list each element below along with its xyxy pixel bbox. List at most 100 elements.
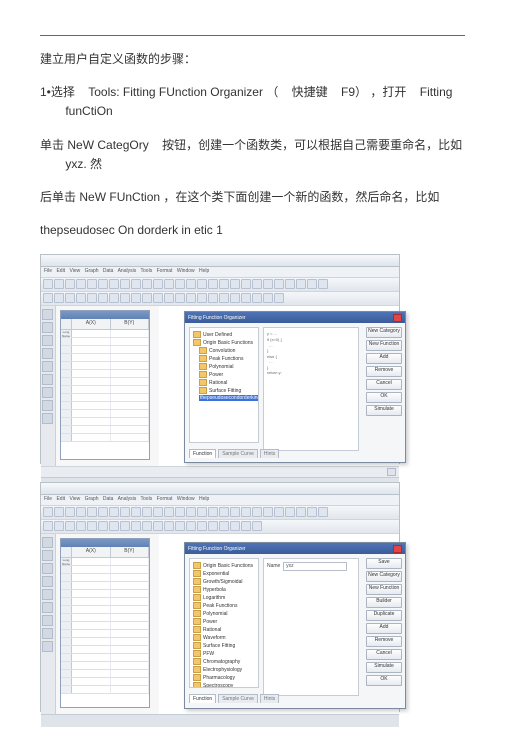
ffo-dialog-2[interactable]: Fitting Function Organizer Origin Basic …	[184, 542, 406, 709]
toolbar-button[interactable]	[208, 293, 218, 303]
tool-icon[interactable]	[42, 348, 53, 359]
tree-item[interactable]: Logarithm	[203, 595, 225, 601]
tree-item[interactable]: Power	[209, 372, 223, 378]
toolbar-button[interactable]	[241, 507, 251, 517]
toolbar-button[interactable]	[142, 293, 152, 303]
toolbar-button[interactable]	[318, 507, 328, 517]
toolbar-button[interactable]	[197, 293, 207, 303]
menu-item[interactable]: Tools	[141, 268, 153, 274]
toolbar-button[interactable]	[186, 507, 196, 517]
toolbar-button[interactable]	[252, 279, 262, 289]
tree-item[interactable]: Origin Basic Functions	[203, 563, 253, 569]
toolbar-button[interactable]	[120, 279, 130, 289]
toolbar-button[interactable]	[43, 279, 53, 289]
toolbar-button[interactable]	[285, 279, 295, 289]
tree-item[interactable]: Electrophysiology	[203, 667, 242, 673]
ffo-tree[interactable]: Origin Basic Functions Exponential Growt…	[189, 558, 259, 688]
tool-icon[interactable]	[42, 589, 53, 600]
toolbar-button[interactable]	[296, 279, 306, 289]
toolbar-button[interactable]	[186, 293, 196, 303]
toolbar-button[interactable]	[186, 521, 196, 531]
toolbar-button[interactable]	[65, 293, 75, 303]
menu-item[interactable]: View	[69, 268, 80, 274]
tree-item[interactable]: PFW	[203, 651, 214, 657]
toolbar-button[interactable]	[76, 279, 86, 289]
toolbar-button[interactable]	[318, 279, 328, 289]
toolbar-button[interactable]	[175, 293, 185, 303]
tool-icon[interactable]	[42, 576, 53, 587]
ffo-tab-hints[interactable]: Hints	[260, 694, 279, 703]
tree-item[interactable]: Exponential	[203, 571, 229, 577]
menu-item[interactable]: View	[69, 496, 80, 502]
menu-item[interactable]: Analysis	[118, 496, 137, 502]
menu-item[interactable]: Format	[157, 496, 173, 502]
toolbar-button[interactable]	[241, 293, 251, 303]
toolbar-button[interactable]	[54, 293, 64, 303]
ffo-tab-sample[interactable]: Sample Curve	[218, 694, 258, 703]
toolbar-button[interactable]	[274, 507, 284, 517]
ffo-add-button[interactable]: Add	[366, 623, 402, 634]
toolbar-button[interactable]	[219, 279, 229, 289]
toolbar-button[interactable]	[175, 507, 185, 517]
tool-icon[interactable]	[42, 413, 53, 424]
ffo-tab-hints[interactable]: Hints	[260, 449, 279, 458]
toolbar-button[interactable]	[252, 521, 262, 531]
toolbar-button[interactable]	[241, 279, 251, 289]
tool-icon[interactable]	[42, 374, 53, 385]
toolbar-button[interactable]	[230, 293, 240, 303]
menu-item[interactable]: Data	[103, 496, 114, 502]
worksheet-titlebar[interactable]	[61, 311, 149, 319]
tool-icon[interactable]	[42, 387, 53, 398]
menu-item[interactable]: Graph	[85, 268, 99, 274]
col-header-a[interactable]: A(X)	[72, 319, 111, 329]
ffo-remove-button[interactable]: Remove	[366, 636, 402, 647]
toolbar-button[interactable]	[307, 279, 317, 289]
toolbar-button[interactable]	[76, 293, 86, 303]
toolbar-button[interactable]	[263, 293, 273, 303]
toolbar-button[interactable]	[109, 507, 119, 517]
ffo-simulate-button[interactable]: Simulate	[366, 662, 402, 673]
col-header-b[interactable]: B(Y)	[111, 547, 150, 557]
ffo-new-function-button[interactable]: New Function	[366, 584, 402, 595]
toolbar-button[interactable]	[109, 293, 119, 303]
ffo-cancel-button[interactable]: Cancel	[366, 379, 402, 390]
toolbar-button[interactable]	[54, 279, 64, 289]
toolbar-button[interactable]	[208, 279, 218, 289]
menu-item[interactable]: Tools	[141, 496, 153, 502]
toolbar-button[interactable]	[87, 279, 97, 289]
tree-item[interactable]: Polynomial	[209, 364, 233, 370]
ffo-cancel-button[interactable]: Cancel	[366, 649, 402, 660]
toolbar-button[interactable]	[76, 507, 86, 517]
toolbar-button[interactable]	[252, 507, 262, 517]
ffo-simulate-button[interactable]: Simulate	[366, 405, 402, 416]
menu-item[interactable]: Edit	[56, 268, 65, 274]
col-header-a[interactable]: A(X)	[72, 547, 111, 557]
tree-item-selected[interactable]: thepseudosecondorderkinetic1	[199, 395, 259, 401]
tree-item[interactable]: Pharmacology	[203, 675, 235, 681]
toolbar-button[interactable]	[219, 293, 229, 303]
toolbar-button[interactable]	[164, 279, 174, 289]
toolbar-button[interactable]	[109, 521, 119, 531]
toolbar-button[interactable]	[263, 279, 273, 289]
tool-icon[interactable]	[42, 550, 53, 561]
toolbar-button[interactable]	[208, 507, 218, 517]
toolbar-button[interactable]	[175, 279, 185, 289]
toolbar-button[interactable]	[219, 521, 229, 531]
toolbar-button[interactable]	[153, 293, 163, 303]
toolbar-button[interactable]	[296, 507, 306, 517]
toolbar-button[interactable]	[175, 521, 185, 531]
ffo-save-button[interactable]: Save	[366, 558, 402, 569]
toolbar-button[interactable]	[142, 507, 152, 517]
toolbar-button[interactable]	[65, 279, 75, 289]
toolbar-button[interactable]	[307, 507, 317, 517]
worksheet-titlebar[interactable]	[61, 539, 149, 547]
ffo-ok-button[interactable]: OK	[366, 675, 402, 686]
toolbar-button[interactable]	[142, 279, 152, 289]
toolbar-button[interactable]	[87, 521, 97, 531]
toolbar-button[interactable]	[285, 507, 295, 517]
ffo-titlebar[interactable]: Fitting Function Organizer	[185, 312, 405, 323]
tool-icon[interactable]	[42, 563, 53, 574]
ffo-duplicate-button[interactable]: Duplicate	[366, 610, 402, 621]
toolbar-button[interactable]	[87, 507, 97, 517]
tree-item[interactable]: Surface Fitting	[209, 388, 241, 394]
